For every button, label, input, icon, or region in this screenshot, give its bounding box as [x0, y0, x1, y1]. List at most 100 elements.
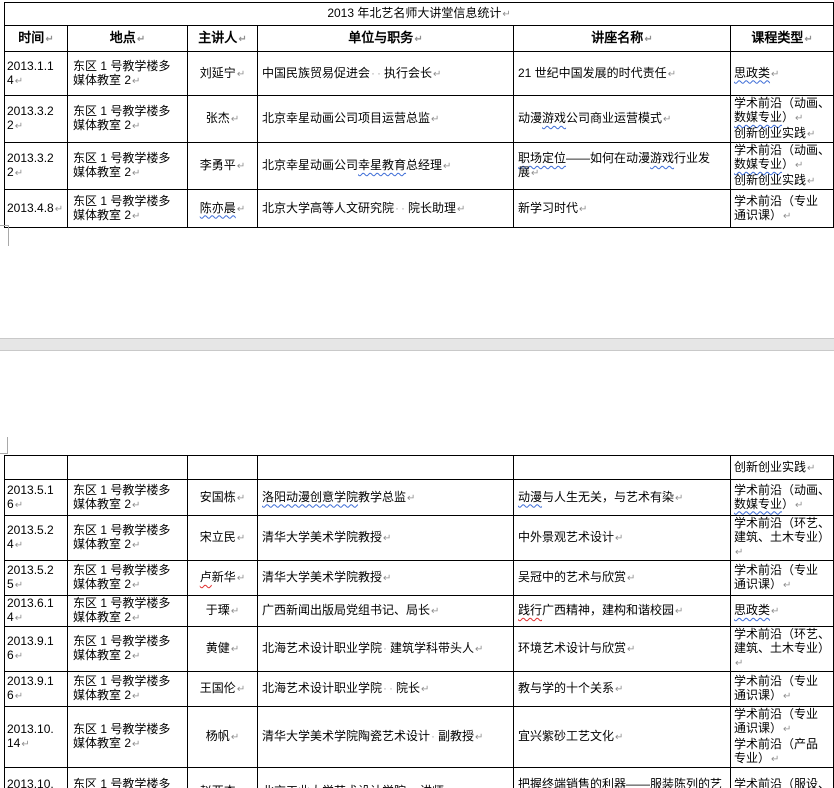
column-header-1[interactable]: 地点↵ [68, 26, 188, 52]
table-cell[interactable]: 21 世纪中国发展的时代责任↵ [514, 52, 731, 96]
table-cell[interactable]: 清华大学美术学院教授↵ [258, 561, 514, 596]
table-cell[interactable]: 中外景观艺术设计↵ [514, 516, 731, 561]
table-cell[interactable]: 2013.10.23↵ [5, 768, 68, 788]
table-cell[interactable]: 宋立民↵ [188, 516, 258, 561]
text-run: 安国栋 [200, 490, 236, 504]
column-header-2[interactable]: 主讲人↵ [188, 26, 258, 52]
table-cell[interactable]: 2013.9.16↵ [5, 627, 68, 672]
table-cell[interactable]: 李勇平↵ [188, 143, 258, 190]
table-cell[interactable]: 东区 1 号教学楼多媒体教室 2↵ [68, 190, 188, 228]
paragraph-mark: ↵ [44, 34, 53, 45]
table-cell[interactable]: 学术前沿（专业通识课）↵ [731, 561, 834, 596]
table-cell[interactable]: 教与学的十个关系↵ [514, 672, 731, 707]
table-cell[interactable] [514, 456, 731, 480]
table-cell[interactable]: 2013.5.24↵ [5, 516, 68, 561]
table-cell[interactable]: 清华大学美术学院陶瓷艺术设计·副教授↵ [258, 707, 514, 768]
table-cell[interactable]: 践行广西精神，建构和谐校园↵ [514, 596, 731, 627]
table-cell[interactable]: 2013.1.14↵ [5, 52, 68, 96]
table-cell[interactable] [258, 456, 514, 480]
table-cell[interactable]: 学术前沿（专业通识课）↵学术前沿（产品专业）↵ [731, 707, 834, 768]
column-header-5[interactable]: 课程类型↵ [731, 26, 834, 52]
table-cell[interactable]: 赵亚杰↵ [188, 768, 258, 788]
table-cell[interactable]: 北海艺术设计职业学院·建筑学科带头人↵ [258, 627, 514, 672]
table-cell[interactable]: 2013.3.22↵ [5, 143, 68, 190]
table-cell[interactable]: 东区 1 号教学楼多媒体教室 2↵ [68, 768, 188, 788]
table-cell[interactable]: 东区 1 号教学楼多媒体教室 2↵ [68, 516, 188, 561]
table-cell[interactable]: 刘延宁↵ [188, 52, 258, 96]
space-dots: · [430, 729, 438, 743]
table-cell[interactable]: 2013.4.8↵ [5, 190, 68, 228]
table-cell[interactable]: 张杰↵ [188, 96, 258, 143]
table-cell[interactable]: 东区 1 号教学楼多媒体教室 2↵ [68, 96, 188, 143]
table-cell[interactable]: 东区 1 号教学楼多媒体教室 2↵ [68, 52, 188, 96]
column-header-3[interactable]: 单位与职务↵ [258, 26, 514, 52]
text-run: 学术前沿（专业 [734, 674, 818, 688]
paragraph-mark: ↵ [782, 580, 791, 591]
text-run: 4 [7, 537, 14, 551]
table-cell[interactable]: 于瑮↵ [188, 596, 258, 627]
table-cell[interactable]: 东区 1 号教学楼多媒体教室 2↵ [68, 143, 188, 190]
table-cell[interactable]: 学术前沿（服设、服工专业）↵ [731, 768, 834, 788]
table-cell[interactable]: 北海艺术设计职业学院··院长↵ [258, 672, 514, 707]
table-cell[interactable]: 中国民族贸易促进会··执行会长↵ [258, 52, 514, 96]
table-cell[interactable]: 东区 1 号教学楼多媒体教室 2↵ [68, 480, 188, 516]
table-cell[interactable]: 王国伦↵ [188, 672, 258, 707]
table-cell[interactable]: 动漫游戏公司商业运营模式↵ [514, 96, 731, 143]
table-cell[interactable]: 学术前沿（动画、数媒专业）↵创新创业实践↵ [731, 143, 834, 190]
table-cell[interactable]: 清华大学美术学院教授↵ [258, 516, 514, 561]
table-cell[interactable]: 吴冠中的艺术与欣赏↵ [514, 561, 731, 596]
table-cell[interactable]: 学术前沿（专业通识课）↵ [731, 672, 834, 707]
text-run: 总经理 [406, 158, 442, 172]
column-header-4[interactable]: 讲座名称↵ [514, 26, 731, 52]
table-cell[interactable]: 2013.5.16↵ [5, 480, 68, 516]
table-cell[interactable]: 杨帆↵ [188, 707, 258, 768]
text-run: 6 [7, 497, 14, 511]
table-cell[interactable]: 思政类↵ [731, 596, 834, 627]
table-cell[interactable]: 创新创业实践↵ [731, 456, 834, 480]
table-cell[interactable]: 北京幸星动画公司项目运营总监↵ [258, 96, 514, 143]
table-cell[interactable]: 北京幸星动画公司幸星教育总经理↵ [258, 143, 514, 190]
table-cell[interactable]: 北京工业大学艺术设计学院··讲师↵ [258, 768, 514, 788]
table-cell[interactable]: 2013.9.16↵ [5, 672, 68, 707]
paragraph-mark: ↵ [131, 121, 140, 132]
table-cell[interactable]: 环境艺术设计与欣赏↵ [514, 627, 731, 672]
table-cell[interactable]: 2013.6.14↵ [5, 596, 68, 627]
table-cell[interactable]: 东区 1 号教学楼多媒体教室 2↵ [68, 561, 188, 596]
column-header-0[interactable]: 时间↵ [5, 26, 68, 52]
text-run: 清华大学美术学院陶瓷艺术设计 [262, 729, 430, 743]
table-cell[interactable]: 东区 1 号教学楼多媒体教室 2↵ [68, 627, 188, 672]
table-cell[interactable] [68, 456, 188, 480]
table-cell[interactable]: 东区 1 号教学楼多媒体教室 2↵ [68, 596, 188, 627]
paragraph-mark: ↵ [474, 644, 483, 655]
table-cell[interactable]: 思政类↵ [731, 52, 834, 96]
table-cell[interactable]: 学术前沿（动画、数媒专业）↵ [731, 480, 834, 516]
table-cell[interactable]: 黄健↵ [188, 627, 258, 672]
table-cell[interactable]: 东区 1 号教学楼多媒体教室 2↵ [68, 672, 188, 707]
table-cell[interactable]: 安国栋↵ [188, 480, 258, 516]
document-page: 2013 年北艺名师大讲堂信息统计↵ 时间↵地点↵主讲人↵单位与职务↵讲座名称↵… [0, 0, 834, 788]
table-cell[interactable]: 2013.10.14↵ [5, 707, 68, 768]
title-text: 2013 年北艺名师大讲堂信息统计 [327, 6, 501, 20]
table-cell[interactable]: 卢新华↵ [188, 561, 258, 596]
table-cell[interactable]: 学术前沿（环艺、建筑、土木专业）↵ [731, 627, 834, 672]
table-cell[interactable]: 2013.3.22↵ [5, 96, 68, 143]
table-cell[interactable]: 学术前沿（动画、数媒专业）↵创新创业实践↵ [731, 96, 834, 143]
table-cell[interactable]: 广西新闻出版局党组书记、局长↵ [258, 596, 514, 627]
table-cell[interactable]: 2013.5.25↵ [5, 561, 68, 596]
table-cell[interactable]: 学术前沿（环艺、建筑、土木专业）↵ [731, 516, 834, 561]
table-cell[interactable]: 北京大学高等人文研究院··院长助理↵ [258, 190, 514, 228]
table-cell[interactable] [5, 456, 68, 480]
table-cell[interactable]: 学术前沿（专业通识课）↵ [731, 190, 834, 228]
text-run: 卢 [200, 570, 212, 584]
table-cell[interactable]: 把握终端销售的利器——服装陈列的艺术与技术↵ [514, 768, 731, 788]
table-cell[interactable]: 洛阳动漫创意学院教学总监↵ [258, 480, 514, 516]
table-cell[interactable]: 宜兴紫砂工艺文化↵ [514, 707, 731, 768]
table-cell[interactable]: 陈亦晨↵ [188, 190, 258, 228]
document-title[interactable]: 2013 年北艺名师大讲堂信息统计↵ [5, 3, 834, 26]
table-cell[interactable] [188, 456, 258, 480]
table-cell[interactable]: 新学习时代↵ [514, 190, 731, 228]
table-cell[interactable]: 动漫与人生无关，与艺术有染↵ [514, 480, 731, 516]
table-cell[interactable]: 职场定位——如何在动漫游戏行业发展↵ [514, 143, 731, 190]
text-run: 李勇平 [200, 158, 236, 172]
table-cell[interactable]: 东区 1 号教学楼多媒体教室 2↵ [68, 707, 188, 768]
